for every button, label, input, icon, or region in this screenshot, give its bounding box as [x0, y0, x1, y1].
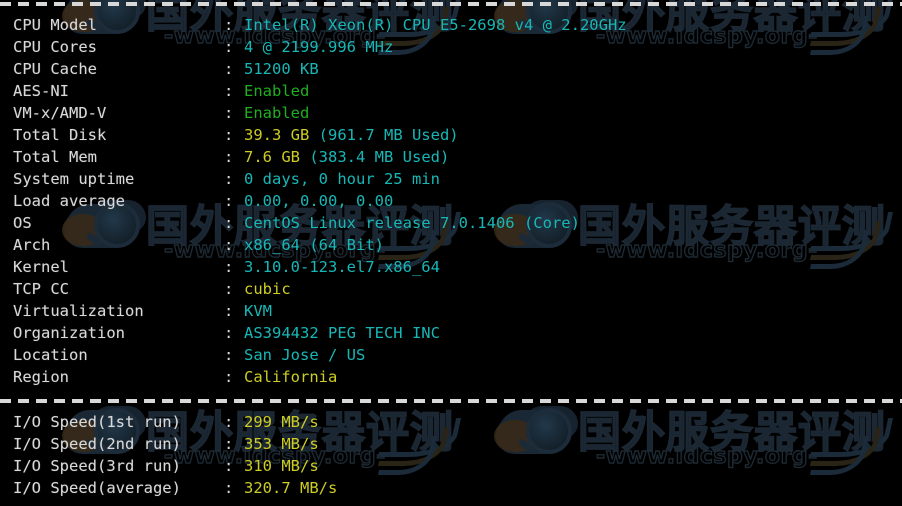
system-info-label: Region [13, 368, 69, 386]
system-info-label: Organization [13, 324, 125, 342]
terminal-output: CPU Model: Intel(R) Xeon(R) CPU E5-2698 v… [0, 0, 902, 506]
row-separator: : [224, 16, 234, 34]
row-separator: : [224, 82, 234, 100]
system-info-row: Location: San Jose / US [0, 344, 902, 366]
system-info-row: CPU Model: Intel(R) Xeon(R) CPU E5-2698 v… [0, 14, 902, 36]
system-info-value: CentOS Linux release 7.0.1406 (Core) [244, 214, 580, 232]
system-info-row: Total Disk:39.3 GB (961.7 MB Used) [0, 124, 902, 146]
io-speed-value: 353 MB/s [244, 435, 319, 453]
row-separator: : [224, 479, 234, 497]
system-info-label: Virtualization [13, 302, 144, 320]
system-info-row: AES-NI: Enabled [0, 80, 902, 102]
system-info-row: OS: CentOS Linux release 7.0.1406 (Core) [0, 212, 902, 234]
system-info-value: Intel(R) Xeon(R) CPU E5-2698 v4 @ 2.20GH… [244, 16, 627, 34]
system-info-table: CPU Model: Intel(R) Xeon(R) CPU E5-2698 v… [0, 14, 902, 388]
value-secondary: (961.7 MB Used) [309, 126, 459, 144]
system-info-row: TCP CC: cubic [0, 278, 902, 300]
row-separator: : [224, 104, 234, 122]
system-info-label: OS [13, 214, 32, 232]
io-speed-label: I/O Speed(1st run) [13, 413, 181, 431]
system-info-row: CPU Cores:4 @ 2199.996 MHz [0, 36, 902, 58]
terminal-window: 国外服务器评测 -www.idcspy.org- 国外服务器评测 -www.id… [0, 0, 902, 506]
system-info-label: TCP CC [13, 280, 69, 298]
value-primary: 39.3 GB [244, 126, 310, 144]
value-primary: 7.6 GB [244, 148, 300, 166]
system-info-row: Arch: x86_64 (64 Bit) [0, 234, 902, 256]
system-info-label: Arch [13, 236, 51, 254]
row-separator: : [224, 170, 234, 188]
system-info-row: Organization: AS394432 PEG TECH INC [0, 322, 902, 344]
system-info-value: AS394432 PEG TECH INC [244, 324, 440, 342]
system-info-value: Enabled [244, 104, 310, 122]
row-separator: : [224, 192, 234, 210]
system-info-label: Location [13, 346, 88, 364]
system-info-label: System uptime [13, 170, 135, 188]
system-info-label: VM-x/AMD-V [13, 104, 107, 122]
row-separator: : [224, 302, 234, 320]
io-speed-row: I/O Speed(2nd run):353 MB/s [0, 433, 902, 455]
separator-middle [0, 399, 902, 403]
row-separator: : [224, 324, 234, 342]
row-separator: : [224, 126, 234, 144]
row-separator: : [224, 38, 234, 56]
system-info-label: Total Mem [13, 148, 97, 166]
system-info-label: Kernel [13, 258, 69, 276]
io-speed-row: I/O Speed(3rd run):310 MB/s [0, 455, 902, 477]
row-separator: : [224, 413, 234, 431]
io-speed-row: I/O Speed(average):320.7 MB/s [0, 477, 902, 499]
system-info-row: VM-x/AMD-V: Enabled [0, 102, 902, 124]
system-info-row: Total Mem:7.6 GB (383.4 MB Used) [0, 146, 902, 168]
io-speed-value: 320.7 MB/s [244, 479, 338, 497]
separator-top [0, 2, 902, 6]
system-info-label: AES-NI [13, 82, 69, 100]
system-info-value: cubic [244, 280, 291, 298]
row-separator: : [224, 368, 234, 386]
value-secondary: (383.4 MB Used) [300, 148, 450, 166]
io-speed-value: 310 MB/s [244, 457, 319, 475]
system-info-value: 0 days, 0 hour 25 min [244, 170, 440, 188]
io-speed-label: I/O Speed(2nd run) [13, 435, 181, 453]
io-speed-table: I/O Speed(1st run):299 MB/s I/O Speed(2nd… [0, 411, 902, 499]
row-separator: : [224, 258, 234, 276]
system-info-row: Kernel:3.10.0-123.el7.x86_64 [0, 256, 902, 278]
system-info-label: Total Disk [13, 126, 107, 144]
io-speed-row: I/O Speed(1st run):299 MB/s [0, 411, 902, 433]
system-info-value: 0.00, 0.00, 0.00 [244, 192, 394, 210]
system-info-row: Load average:0.00, 0.00, 0.00 [0, 190, 902, 212]
row-separator: : [224, 280, 234, 298]
row-separator: : [224, 457, 234, 475]
system-info-label: CPU Cache [13, 60, 97, 78]
system-info-value: 7.6 GB (383.4 MB Used) [244, 146, 449, 168]
system-info-value: x86_64 (64 Bit) [244, 236, 384, 254]
system-info-label: CPU Model [13, 16, 97, 34]
io-speed-label: I/O Speed(average) [13, 479, 181, 497]
system-info-value: California [244, 368, 338, 386]
row-separator: : [224, 148, 234, 166]
row-separator: : [224, 435, 234, 453]
system-info-value: 4 @ 2199.996 MHz [244, 38, 394, 56]
row-separator: : [224, 214, 234, 232]
system-info-value: 3.10.0-123.el7.x86_64 [244, 258, 440, 276]
system-info-label: Load average [13, 192, 125, 210]
system-info-value: Enabled [244, 82, 310, 100]
io-speed-label: I/O Speed(3rd run) [13, 457, 181, 475]
system-info-row: Region: California [0, 366, 902, 388]
system-info-row: CPU Cache:51200 KB [0, 58, 902, 80]
row-separator: : [224, 236, 234, 254]
system-info-value: 39.3 GB (961.7 MB Used) [244, 124, 459, 146]
system-info-value: 51200 KB [244, 60, 319, 78]
system-info-value: San Jose / US [244, 346, 366, 364]
system-info-label: CPU Cores [13, 38, 97, 56]
system-info-value: KVM [244, 302, 272, 320]
system-info-row: Virtualization: KVM [0, 300, 902, 322]
row-separator: : [224, 346, 234, 364]
io-speed-value: 299 MB/s [244, 413, 319, 431]
row-separator: : [224, 60, 234, 78]
system-info-row: System uptime:0 days, 0 hour 25 min [0, 168, 902, 190]
